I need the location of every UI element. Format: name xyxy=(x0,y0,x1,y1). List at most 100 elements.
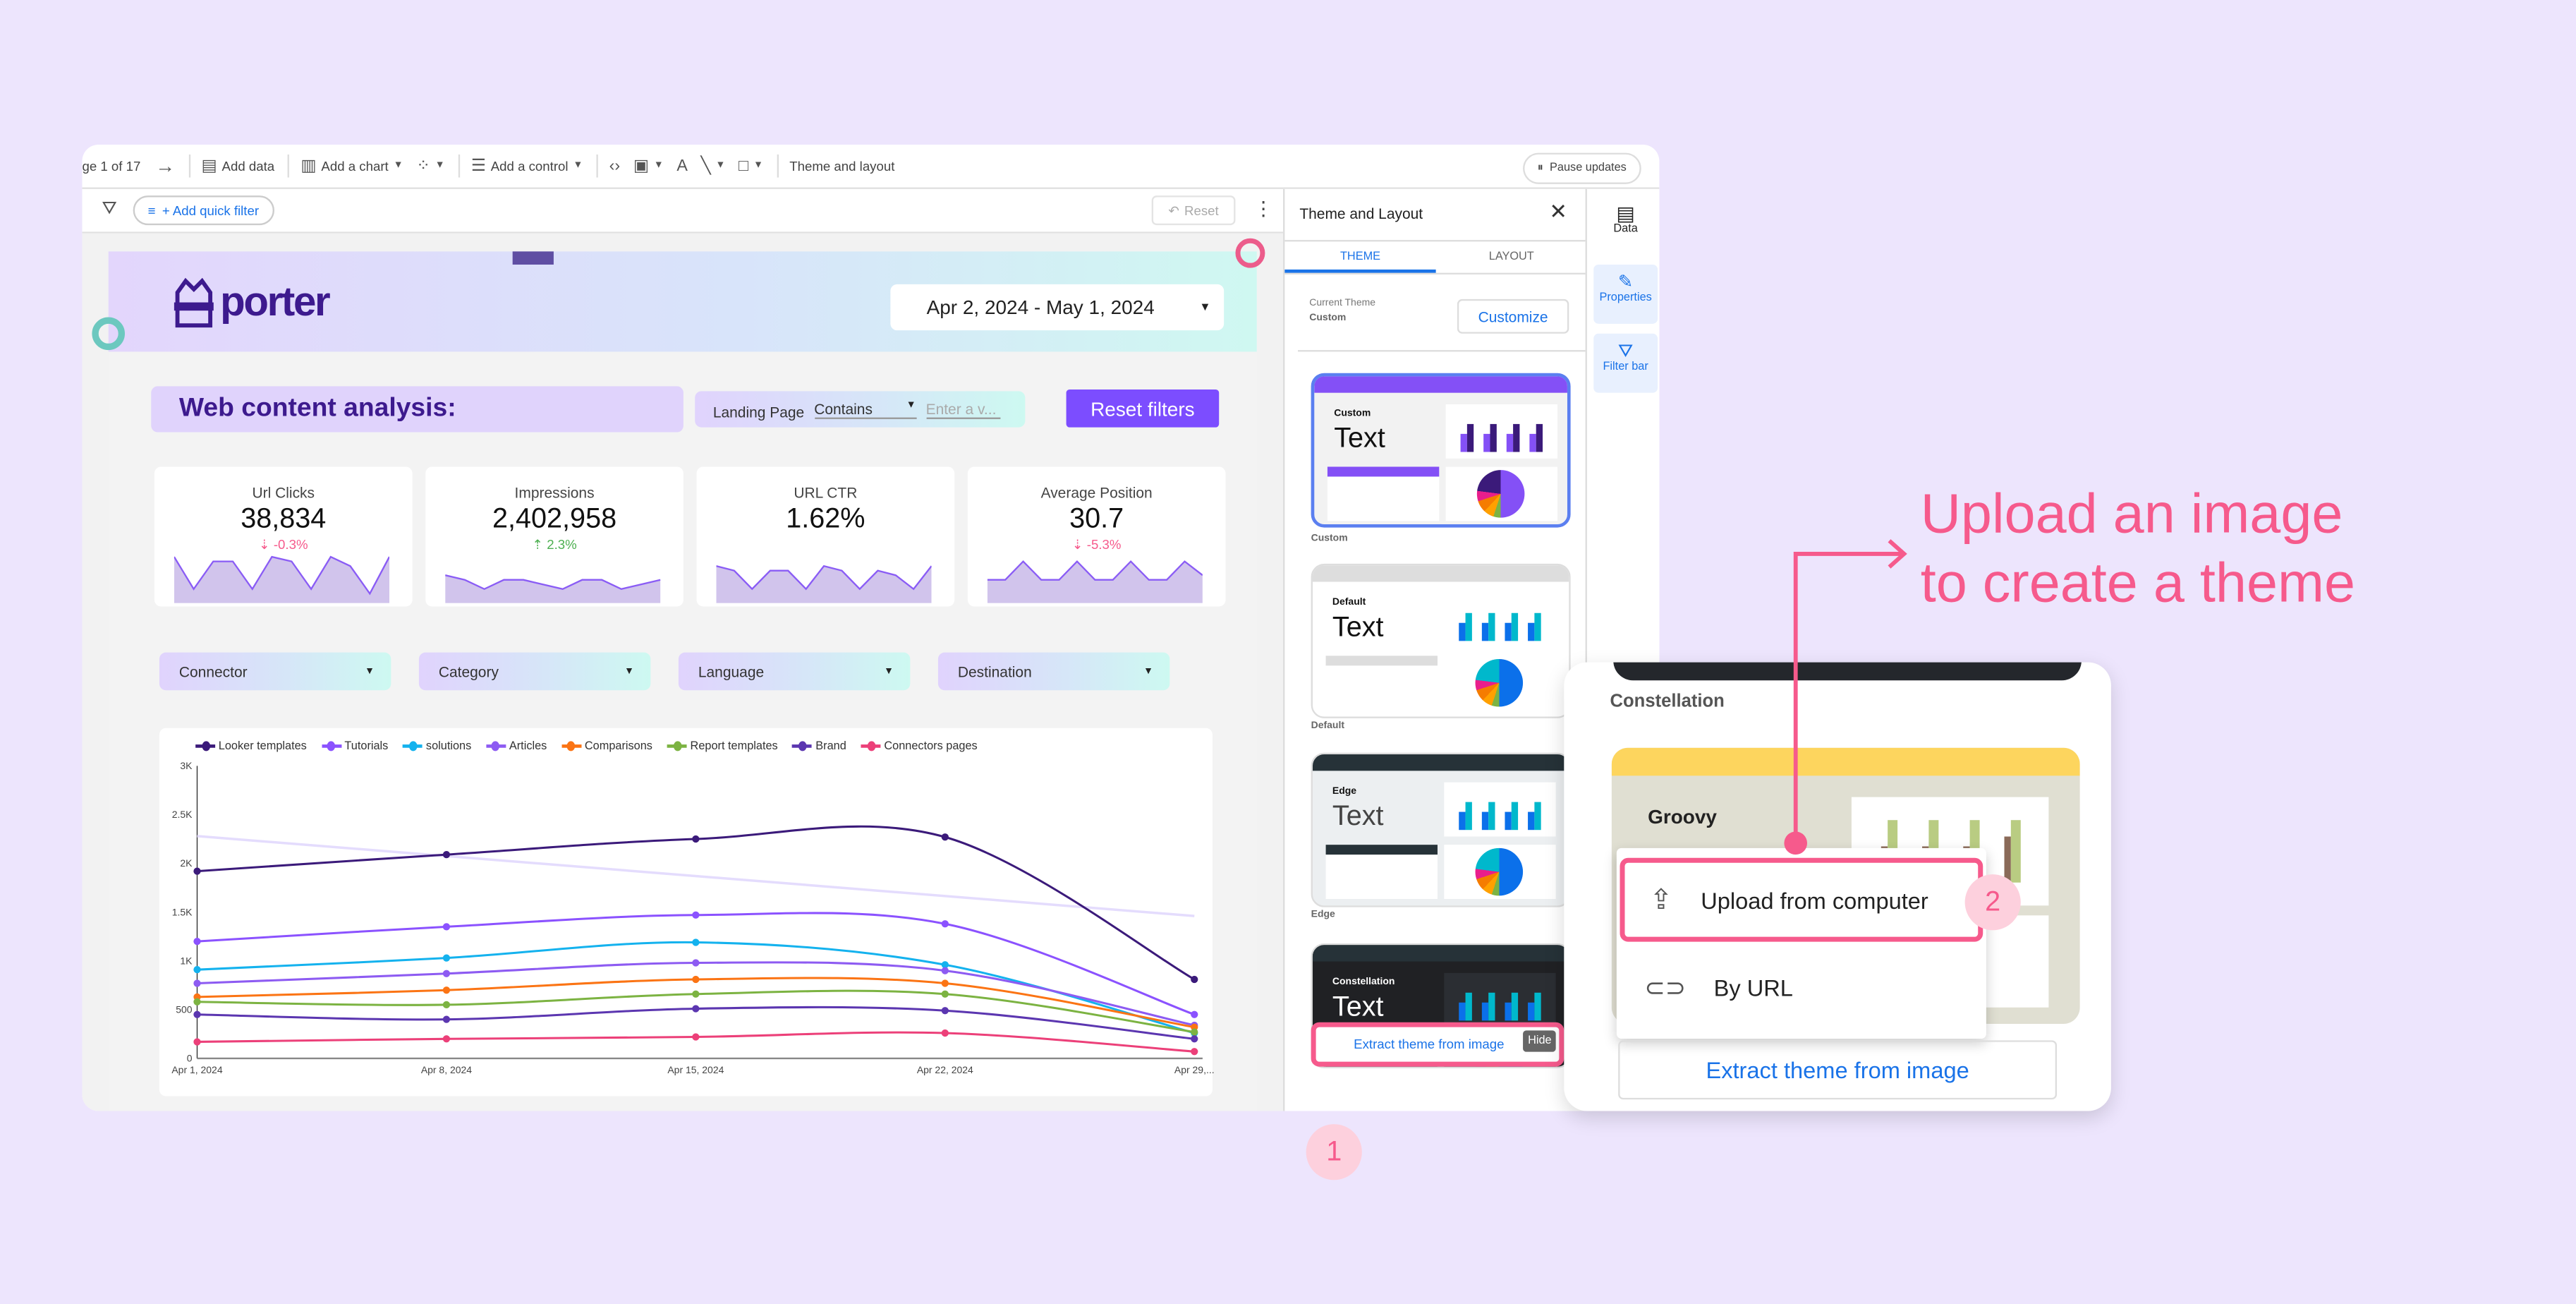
sparkline-area xyxy=(174,557,389,603)
add-chart-button[interactable]: ▥ Add a chart ▼ xyxy=(300,157,403,175)
y-tick-label: 1K xyxy=(180,955,193,966)
tab-layout[interactable]: LAYOUT xyxy=(1436,241,1587,272)
caret-down-icon: ▼ xyxy=(393,161,403,171)
theme-card-name: Default xyxy=(1332,598,1366,608)
pause-updates-button[interactable]: ⏸ Pause updates xyxy=(1522,152,1641,184)
text-box-icon: A xyxy=(676,157,688,176)
filter-bar-tab[interactable]: ⛛ Filter bar xyxy=(1593,333,1658,393)
divider xyxy=(287,154,290,178)
upload-icon: ⇪ xyxy=(1649,883,1673,915)
theme-card-name: Edge xyxy=(1332,787,1357,797)
sparkline xyxy=(987,560,1203,603)
data-tab[interactable]: ▤ Data xyxy=(1593,195,1658,255)
operator-select[interactable]: Contains ▼ xyxy=(814,400,916,418)
sparkline xyxy=(174,555,389,603)
sparkline-area xyxy=(987,561,1203,603)
data-point xyxy=(442,1035,451,1043)
connector-dropdown[interactable]: Connector ▼ xyxy=(159,652,391,691)
data-point xyxy=(692,911,700,919)
theme-bar-preview xyxy=(1444,972,1556,1027)
add-control-button[interactable]: ☰ Add a control ▼ xyxy=(471,157,583,175)
constellation-preview-bar xyxy=(1613,662,2082,681)
trend-line xyxy=(197,835,1195,917)
data-point xyxy=(442,850,451,859)
reset-filters-button[interactable]: Reset filters xyxy=(1066,389,1220,428)
menu-item-by-url[interactable]: ⊂⊃ By URL xyxy=(1620,947,1983,1029)
customize-button[interactable]: Customize xyxy=(1457,298,1569,334)
data-point xyxy=(941,990,949,998)
caret-down-icon: ▼ xyxy=(653,161,664,171)
theme-header-bar xyxy=(1312,945,1569,962)
add-control-icon: ☰ xyxy=(470,157,486,176)
tab-theme[interactable]: THEME xyxy=(1284,241,1436,273)
shape-button[interactable]: □ ▼ xyxy=(739,157,763,175)
data-point xyxy=(941,920,949,928)
theme-pie-preview xyxy=(1445,466,1557,521)
data-point xyxy=(1191,1048,1198,1056)
x-tick-label: Apr 29,... xyxy=(1174,1064,1215,1075)
extract-theme-popup: Constellation Groovy ⇪ Upload from comput… xyxy=(1564,662,2111,1111)
theme-card-default[interactable]: Default Text xyxy=(1311,563,1571,718)
y-tick-label: 500 xyxy=(176,1004,193,1015)
add-data-button[interactable]: ▤ Add data xyxy=(202,157,275,175)
extract-theme-button-large[interactable]: Extract theme from image xyxy=(1618,1040,2058,1100)
filter-row: ⛛ ≡ + Add quick filter ↶ Reset ⋮ xyxy=(82,189,1284,234)
caret-down-icon: ▼ xyxy=(624,666,635,677)
category-dropdown[interactable]: Category ▼ xyxy=(418,652,651,691)
rectangle-icon: □ xyxy=(739,157,749,176)
caret-down-icon: ▼ xyxy=(1199,301,1211,313)
value-input[interactable]: Enter a v... xyxy=(925,400,1000,418)
text-button[interactable]: A xyxy=(676,157,688,175)
pause-icon: ⏸ xyxy=(1537,162,1543,174)
caret-down-icon: ▼ xyxy=(365,666,375,677)
data-point xyxy=(941,1007,949,1015)
close-icon[interactable]: ✕ xyxy=(1549,199,1567,225)
date-range-picker[interactable]: Apr 2, 2024 - May 1, 2024 ▼ xyxy=(890,284,1225,331)
theme-bar-preview xyxy=(1444,782,1556,837)
reset-button[interactable]: ↶ Reset xyxy=(1151,195,1236,226)
kpi-card-url-ctr: URL CTR 1.62% xyxy=(696,466,955,607)
community-viz-button[interactable]: ⁘ ▼ xyxy=(416,157,444,175)
image-button[interactable]: ▣ ▼ xyxy=(633,157,664,175)
destination-dropdown[interactable]: Destination ▼ xyxy=(937,652,1170,691)
porter-logo: porter xyxy=(173,276,331,329)
embed-url-button[interactable]: ‹› xyxy=(609,157,621,175)
filter-icon: ⛛ xyxy=(1617,342,1634,362)
caret-down-icon: ▼ xyxy=(573,161,583,171)
link-icon: ⊂⊃ xyxy=(1644,974,1686,1003)
arrow-right-icon[interactable]: → xyxy=(155,155,175,178)
undo-icon: ↶ xyxy=(1168,203,1180,218)
more-options-icon[interactable]: ⋮ xyxy=(1253,197,1273,220)
theme-label: Custom xyxy=(1311,533,1348,544)
add-quick-filter-button[interactable]: ≡ + Add quick filter xyxy=(133,195,274,226)
community-viz-icon: ⁘ xyxy=(416,157,430,176)
current-theme-label: Current Theme xyxy=(1309,298,1376,309)
theme-name: Constellation xyxy=(1610,692,1725,712)
theme-layout-button[interactable]: Theme and layout xyxy=(789,159,894,174)
line-icon: ╲ xyxy=(700,157,711,176)
data-point xyxy=(442,954,451,962)
section-title-box: Web content analysis: xyxy=(151,386,684,433)
data-point xyxy=(692,975,700,984)
panel-title: Theme and Layout xyxy=(1299,205,1423,222)
menu-item-upload[interactable]: ⇪ Upload from computer xyxy=(1620,857,1983,942)
theme-header-bar xyxy=(1314,376,1567,393)
y-tick-label: 2K xyxy=(180,857,193,869)
theme-header-bar xyxy=(1312,754,1569,771)
theme-table-preview xyxy=(1325,656,1438,711)
line-button[interactable]: ╲ ▼ xyxy=(701,157,726,175)
data-point xyxy=(1191,1010,1198,1018)
language-dropdown[interactable]: Language ▼ xyxy=(678,652,911,691)
callout-heading-line1: Upload an image xyxy=(1920,483,2343,546)
filter-icon[interactable]: ⛛ xyxy=(102,199,117,220)
sparkline xyxy=(716,565,932,603)
decor-ring xyxy=(92,317,126,351)
theme-card-edge[interactable]: Edge Text xyxy=(1311,752,1571,907)
hide-tooltip: Hide xyxy=(1523,1030,1557,1052)
report-page: porter Apr 2, 2024 - May 1, 2024 ▼ Web co… xyxy=(92,238,1265,1111)
theme-card-custom[interactable]: Custom Text xyxy=(1311,373,1571,528)
properties-tab[interactable]: ✎ Properties xyxy=(1593,264,1658,324)
divider xyxy=(458,154,460,178)
y-tick-label: 1.5K xyxy=(172,906,193,917)
data-point xyxy=(442,1015,451,1023)
